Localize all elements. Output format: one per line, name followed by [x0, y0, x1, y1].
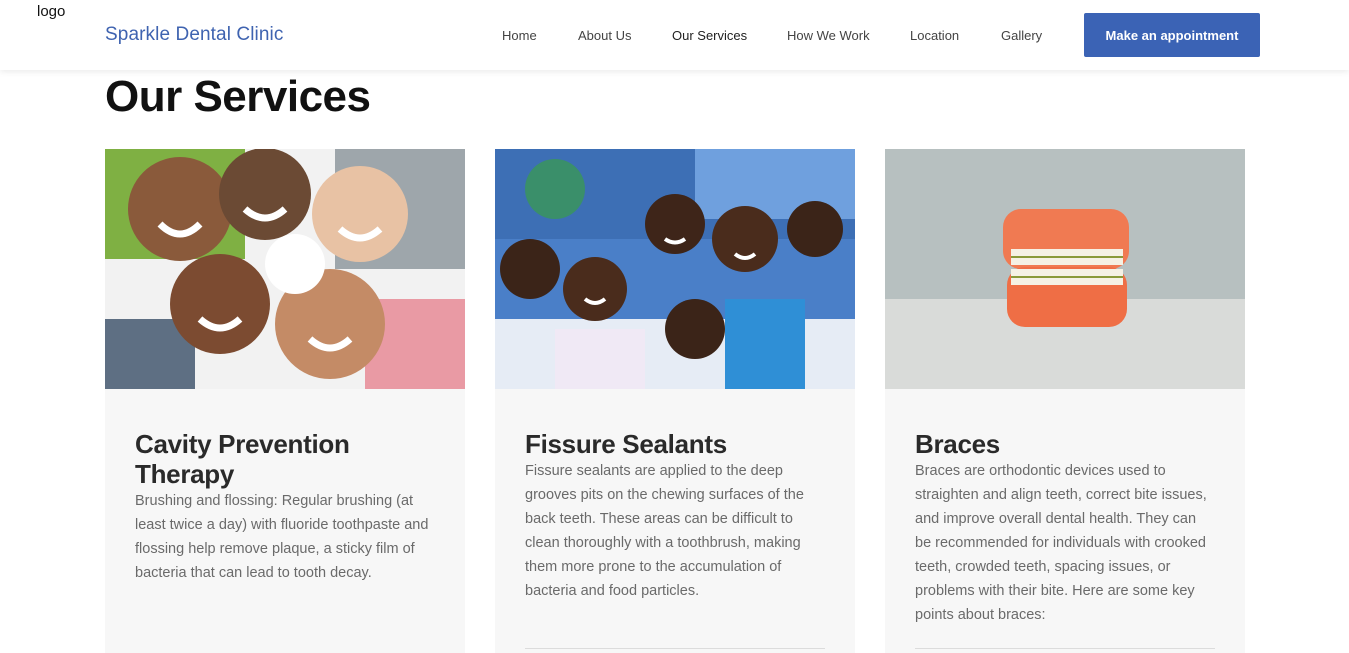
- service-description: Braces are orthodontic devices used to s…: [915, 463, 1207, 623]
- nav-item-home[interactable]: Home: [502, 28, 537, 43]
- service-card-fissure-sealants[interactable]: Fissure Sealants Fissure sealants are ap…: [495, 149, 855, 653]
- page-title: Our Services: [105, 72, 371, 121]
- service-description: Brushing and flossing: Regular brushing …: [135, 493, 429, 581]
- logo[interactable]: logo: [37, 3, 65, 20]
- service-title: Fissure Sealants: [525, 429, 727, 459]
- nav-item-how-we-work[interactable]: How We Work: [787, 28, 870, 43]
- nav-item-our-services[interactable]: Our Services: [672, 28, 747, 43]
- nav-item-location[interactable]: Location: [910, 28, 959, 43]
- make-appointment-button[interactable]: Make an appointment: [1084, 13, 1260, 57]
- card-divider: [525, 648, 825, 649]
- service-card-cavity-prevention[interactable]: Cavity Prevention Therapy Brushing and f…: [105, 149, 465, 653]
- nav-item-gallery[interactable]: Gallery: [1001, 28, 1042, 43]
- service-card-braces[interactable]: Braces Braces are orthodontic devices us…: [885, 149, 1245, 653]
- service-title: Braces: [915, 429, 1000, 459]
- group-of-smiling-children-photo: [105, 149, 465, 389]
- card-divider: [915, 648, 1215, 649]
- brand-name[interactable]: Sparkle Dental Clinic: [105, 24, 283, 46]
- service-title: Cavity Prevention Therapy: [135, 429, 350, 489]
- children-waving-photo: [495, 149, 855, 389]
- nav-item-about-us[interactable]: About Us: [578, 28, 631, 43]
- dental-braces-model-photo: [885, 149, 1245, 389]
- service-description: Fissure sealants are applied to the deep…: [525, 463, 804, 599]
- site-header: logo Sparkle Dental Clinic Home About Us…: [0, 0, 1349, 70]
